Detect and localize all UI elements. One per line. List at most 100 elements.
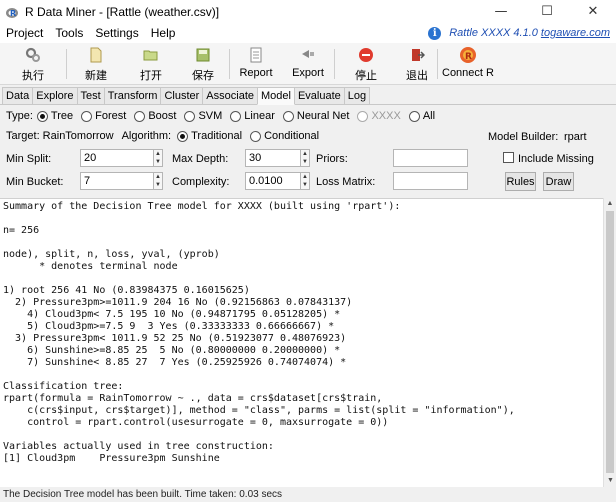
max-depth-label: Max Depth: (172, 153, 229, 165)
complexity-stepper[interactable]: ▲ ▼ (301, 172, 310, 190)
save-label: 保存 (192, 70, 214, 82)
menu-help[interactable]: Help (145, 26, 182, 40)
radio-icon (250, 130, 262, 142)
gear-icon (24, 46, 42, 64)
type-tree-label: Tree (50, 110, 74, 122)
stop-button[interactable]: 停止 (335, 43, 397, 83)
stop-label: 停止 (355, 70, 377, 82)
tab-data[interactable]: Data (2, 87, 34, 104)
type-linear-label: Linear (244, 110, 275, 122)
save-button[interactable]: 保存 (177, 43, 229, 83)
output-text-view[interactable]: Summary of the Decision Tree model for X… (0, 198, 603, 487)
app-icon: R (6, 7, 18, 18)
priors-input[interactable] (393, 149, 468, 167)
type-boost-label: Boost (148, 110, 177, 122)
tab-evaluate[interactable]: Evaluate (293, 87, 345, 104)
tab-associate[interactable]: Associate (202, 87, 258, 104)
include-missing-checkbox[interactable] (503, 152, 514, 163)
rules-button[interactable]: Rules (505, 172, 536, 191)
close-button[interactable]: ✕ (570, 0, 616, 23)
menu-project[interactable]: Project (0, 26, 49, 40)
title-bar: R R Data Miner - [Rattle (weather.csv)] … (0, 0, 616, 23)
min-bucket-label: Min Bucket: (6, 176, 64, 188)
min-split-label: Min Split: (6, 153, 52, 165)
output-vertical-scrollbar[interactable]: ▲ ▼ (603, 198, 616, 487)
connect-r-label: Connect R (442, 67, 494, 79)
exit-icon (408, 46, 426, 64)
exit-button[interactable]: 退出 (397, 43, 437, 83)
target-label: Target: RainTomorrow (6, 130, 114, 142)
save-icon (194, 46, 212, 64)
model-builder-label: Model Builder: (488, 131, 559, 143)
execute-label: 执行 (22, 70, 44, 82)
info-icon[interactable]: i (428, 26, 442, 40)
type-tree-option[interactable]: Tree (36, 110, 74, 122)
status-bar: The Decision Tree model has been built. … (0, 487, 616, 502)
tab-explore[interactable]: Explore (32, 87, 78, 104)
radio-icon (177, 130, 189, 142)
brand-link[interactable]: togaware.com (541, 27, 610, 39)
type-neural-net-label: Neural Net (296, 110, 350, 122)
tab-cluster[interactable]: Cluster (160, 87, 204, 104)
include-missing-label: Include Missing (518, 153, 594, 165)
folder-icon (142, 46, 160, 64)
type-svm-option[interactable]: SVM (184, 110, 222, 122)
connect-r-button[interactable]: R Connect R (438, 43, 498, 83)
algorithm-conditional-option[interactable]: Conditional (250, 130, 319, 142)
menu-settings[interactable]: Settings (89, 26, 144, 40)
minimize-button[interactable]: — (478, 0, 524, 23)
model-summary-text: Summary of the Decision Tree model for X… (3, 201, 515, 464)
type-svm-label: SVM (198, 110, 223, 122)
type-linear-option[interactable]: Linear (230, 110, 275, 122)
stop-icon (357, 46, 375, 64)
maximize-button[interactable]: ☐ (524, 0, 570, 23)
draw-button[interactable]: Draw (543, 172, 574, 191)
loss-matrix-input[interactable] (393, 172, 468, 190)
radio-icon (230, 110, 242, 122)
radio-icon (184, 110, 196, 122)
scroll-up-icon[interactable]: ▲ (604, 198, 616, 210)
target-row: Target: RainTomorrow Algorithm: Traditio… (6, 130, 327, 142)
complexity-label: Complexity: (172, 176, 230, 188)
loss-matrix-label: Loss Matrix: (316, 176, 376, 188)
max-depth-input[interactable]: 30 (245, 149, 301, 167)
new-button[interactable]: 新建 (67, 43, 125, 83)
min-bucket-input[interactable]: 7 (80, 172, 154, 190)
menu-tools[interactable]: Tools (49, 26, 89, 40)
type-neural-net-option[interactable]: Neural Net (282, 110, 350, 122)
report-icon (247, 46, 265, 64)
execute-button[interactable]: 执行 (0, 43, 66, 83)
tab-transform[interactable]: Transform (103, 87, 162, 104)
type-all-option[interactable]: All (408, 110, 435, 122)
scroll-thumb[interactable] (606, 211, 614, 473)
model-type-row: Type: Tree Forest Boost SVM Linear Neura… (6, 110, 443, 122)
complexity-input[interactable]: 0.0100 (245, 172, 301, 190)
min-split-input[interactable]: 20 (80, 149, 154, 167)
radio-icon (408, 110, 420, 122)
min-split-stepper[interactable]: ▲ ▼ (154, 149, 163, 167)
model-builder-value: rpart (564, 131, 587, 143)
algorithm-traditional-option[interactable]: Traditional (177, 130, 242, 142)
open-label: 打开 (140, 70, 162, 82)
export-button[interactable]: Export (282, 43, 334, 83)
type-forest-option[interactable]: Forest (81, 110, 126, 122)
open-button[interactable]: 打开 (125, 43, 177, 83)
brand-area: i Rattle XXXX 4.1.0 togaware.com (428, 26, 616, 40)
radio-icon (282, 110, 294, 122)
type-boost-option[interactable]: Boost (134, 110, 176, 122)
svg-text:R: R (465, 52, 472, 62)
exit-label: 退出 (406, 70, 428, 82)
report-button[interactable]: Report (230, 43, 282, 83)
max-depth-stepper[interactable]: ▲ ▼ (301, 149, 310, 167)
priors-label: Priors: (316, 153, 348, 165)
algorithm-label: Algorithm: (121, 130, 172, 142)
tab-model[interactable]: Model (257, 87, 295, 105)
menu-bar: Project Tools Settings Help i Rattle XXX… (0, 23, 616, 43)
min-bucket-stepper[interactable]: ▲ ▼ (154, 172, 163, 190)
radio-icon (36, 110, 48, 122)
radio-icon (134, 110, 146, 122)
scroll-down-icon[interactable]: ▼ (604, 475, 616, 487)
tab-test[interactable]: Test (76, 87, 105, 104)
tab-log[interactable]: Log (343, 87, 371, 104)
export-label: Export (292, 67, 324, 79)
